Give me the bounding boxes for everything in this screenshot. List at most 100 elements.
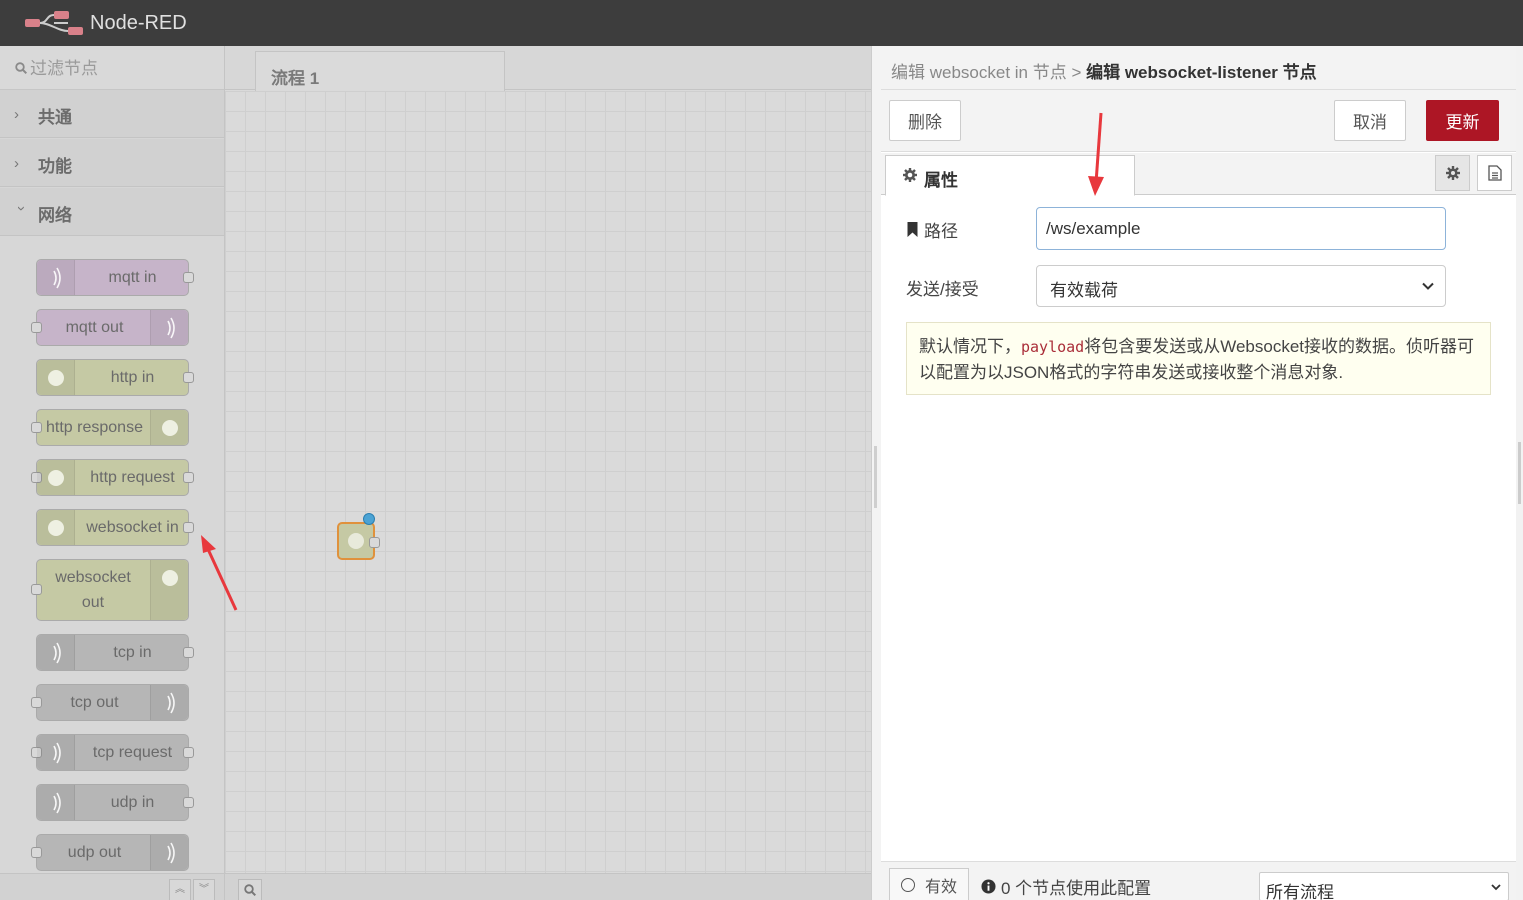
category-label: 网络 xyxy=(38,206,72,225)
tab-properties[interactable]: 属性 xyxy=(885,155,1135,196)
node-label: udp in xyxy=(110,794,155,811)
update-button[interactable]: 更新 xyxy=(1426,100,1499,141)
wifi-icon xyxy=(37,635,75,670)
output-port xyxy=(183,271,194,283)
editor-header: 编辑 websocket in 节点 > 编辑 websocket-listen… xyxy=(881,46,1516,90)
palette-node-udp-in[interactable]: udp in xyxy=(36,784,194,821)
node-label: http in xyxy=(110,369,155,386)
breadcrumb: 编辑 websocket in 节点 > 编辑 websocket-listen… xyxy=(891,58,1317,83)
category-network[interactable]: › 网络 xyxy=(0,188,224,236)
node-red-logo xyxy=(25,11,83,35)
chevron-down-icon xyxy=(1422,282,1434,290)
output-port xyxy=(369,537,380,548)
tab-label: 属性 xyxy=(924,171,958,190)
search-flows-button[interactable] xyxy=(238,879,262,900)
globe-icon xyxy=(37,510,75,545)
tab-flow-1[interactable]: 流程 1 xyxy=(255,51,505,91)
editor-tray: 编辑 websocket in 节点 > 编辑 websocket-listen… xyxy=(881,46,1516,900)
expand-all-button[interactable]: ︾ xyxy=(193,879,215,900)
splitter-grip[interactable] xyxy=(874,446,877,508)
flow-canvas[interactable] xyxy=(225,91,871,873)
palette-node-tcp-out[interactable]: tcp out xyxy=(31,684,189,721)
select-value: 有效载荷 xyxy=(1050,281,1118,300)
globe-icon xyxy=(37,460,75,495)
select-value: 所有流程 xyxy=(1266,883,1334,900)
app-title: Node-RED xyxy=(90,12,187,34)
gear-icon xyxy=(903,168,917,182)
document-icon xyxy=(1487,165,1502,181)
editor-footer: 有效 0 个节点使用此配置 所有流程 xyxy=(881,861,1516,900)
tray-scrollbar[interactable] xyxy=(1516,46,1523,900)
breadcrumb-parent[interactable]: 编辑 websocket in 节点 > xyxy=(891,63,1081,82)
chevron-down-icon xyxy=(1491,884,1501,891)
wifi-icon xyxy=(150,835,188,870)
category-label: 功能 xyxy=(38,157,72,176)
scope-select[interactable]: 所有流程 xyxy=(1259,872,1509,900)
output-port xyxy=(183,646,194,658)
palette-node-websocket-in[interactable]: websocket in xyxy=(36,509,194,546)
node-label: http request xyxy=(90,469,175,486)
canvas-websocket-in-node[interactable] xyxy=(337,513,380,560)
chevron-right-icon: › xyxy=(14,106,19,123)
delete-button[interactable]: 删除 xyxy=(889,100,961,141)
node-label: tcp request xyxy=(92,744,173,761)
search-icon xyxy=(244,884,256,896)
enabled-label: 有效 xyxy=(925,878,958,896)
tip-text-prefix: 默认情况下， xyxy=(919,337,1021,356)
globe-icon xyxy=(37,360,75,395)
output-port xyxy=(183,371,194,383)
palette-node-mqtt-out[interactable]: mqtt out xyxy=(31,309,189,346)
workspace-footer xyxy=(225,873,871,900)
palette-filter-input[interactable] xyxy=(30,56,215,82)
bookmark-icon xyxy=(907,222,918,237)
palette-node-tcp-in[interactable]: tcp in xyxy=(36,634,194,671)
enabled-toggle[interactable]: 有效 xyxy=(889,868,969,900)
category-label: 共通 xyxy=(38,108,72,127)
scrollbar-grip[interactable] xyxy=(1518,442,1521,504)
collapse-all-button[interactable]: ︽ xyxy=(169,879,191,900)
output-port xyxy=(183,521,194,533)
palette-node-udp-out[interactable]: udp out xyxy=(31,834,189,871)
node-label: http response xyxy=(46,419,143,436)
category-common[interactable]: › 共通 xyxy=(0,90,224,138)
node-label: tcp out xyxy=(70,694,119,711)
changed-indicator xyxy=(363,513,375,525)
workspace: 流程 1 xyxy=(225,46,871,900)
settings-tab-button[interactable] xyxy=(1435,155,1470,191)
palette-node-mqtt-in[interactable]: mqtt in xyxy=(36,259,194,296)
tab-label: 流程 1 xyxy=(271,69,320,88)
palette-search xyxy=(0,46,224,90)
palette-footer: ︽ ︾ xyxy=(0,873,224,900)
category-function[interactable]: › 功能 xyxy=(0,139,224,187)
wifi-icon xyxy=(150,685,188,720)
path-input[interactable] xyxy=(1036,207,1446,250)
info-icon xyxy=(981,879,996,894)
usage-text: 0 个节点使用此配置 xyxy=(1001,879,1152,898)
circle-icon xyxy=(901,877,915,892)
output-port xyxy=(183,796,194,808)
output-port xyxy=(183,746,194,758)
palette-node-http-in[interactable]: http in xyxy=(36,359,194,396)
send-receive-row: 发送/接受 xyxy=(906,275,979,300)
wifi-icon xyxy=(37,735,75,770)
palette-node-tcp-request[interactable]: tcp request xyxy=(31,734,194,771)
palette-node-websocket-out[interactable]: websocket out xyxy=(31,559,189,621)
send-receive-label: 发送/接受 xyxy=(906,280,979,299)
chevron-right-icon: › xyxy=(14,155,19,172)
sidebar-splitter[interactable] xyxy=(871,46,881,900)
path-row: 路径 xyxy=(906,217,958,242)
output-port xyxy=(183,471,194,483)
send-receive-select[interactable]: 有效载荷 xyxy=(1036,265,1446,307)
help-tip: 默认情况下，payload将包含要发送或从Websocket接收的数据。侦听器可… xyxy=(906,322,1491,395)
palette-node-http-response[interactable]: http response xyxy=(31,409,189,446)
description-tab-button[interactable] xyxy=(1477,155,1512,191)
cancel-button[interactable]: 取消 xyxy=(1334,100,1406,141)
editor-tab-bar: 属性 xyxy=(881,153,1516,196)
node-label: mqtt in xyxy=(108,269,157,286)
config-usage: 0 个节点使用此配置 xyxy=(981,874,1151,899)
palette-node-http-request[interactable]: http request xyxy=(31,459,194,496)
node-label: websocket in xyxy=(86,519,179,536)
input-port xyxy=(31,584,42,595)
workspace-tab-bar: 流程 1 xyxy=(225,46,871,91)
wifi-icon xyxy=(37,785,75,820)
